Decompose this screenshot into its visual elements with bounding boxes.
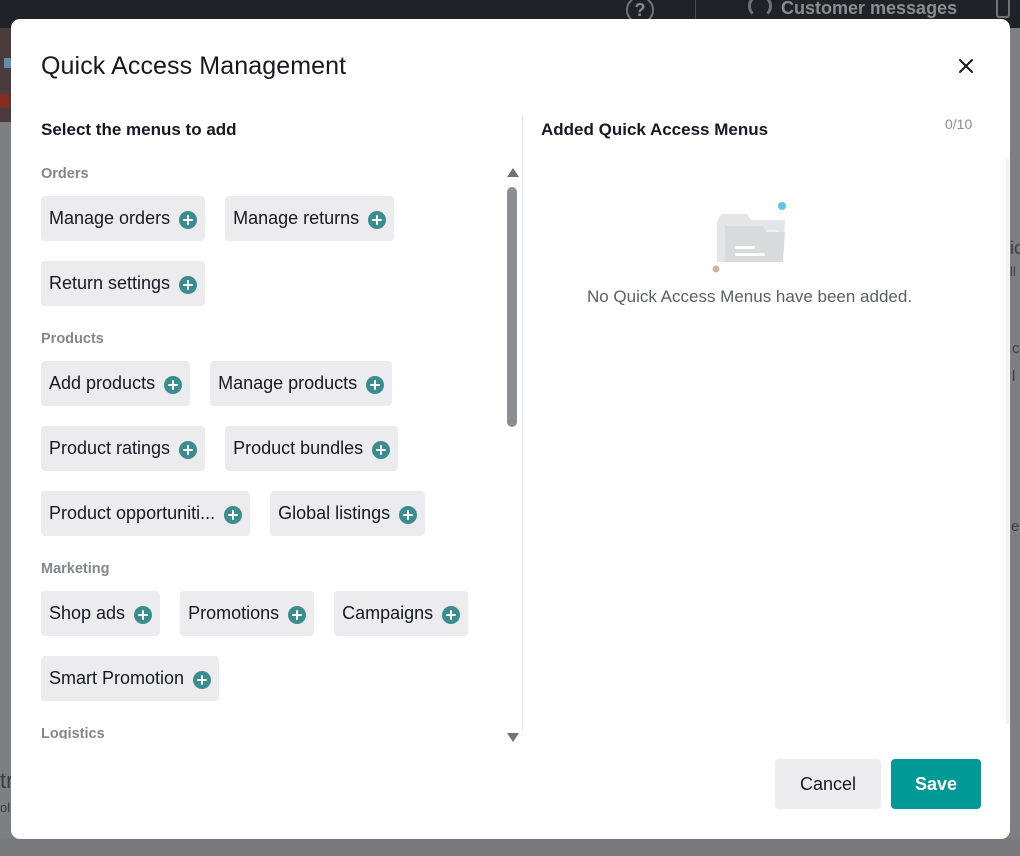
close-button[interactable] bbox=[955, 55, 977, 77]
chip-global-listings[interactable]: Global listings bbox=[270, 491, 426, 536]
background-text-fragment: ol bbox=[0, 800, 11, 815]
chip-label: Manage products bbox=[218, 373, 358, 393]
chip-label: Global listings bbox=[278, 503, 391, 523]
chip-return-settings[interactable]: Return settings bbox=[41, 261, 206, 306]
chip-label: Promotions bbox=[188, 603, 280, 623]
chip-promotions[interactable]: Promotions bbox=[180, 591, 315, 636]
scrollbar-thumb[interactable] bbox=[507, 187, 517, 427]
empty-folder-icon bbox=[712, 202, 786, 273]
right-panel-scrollbar[interactable] bbox=[1006, 159, 1009, 724]
chip-manage-products[interactable]: Manage products bbox=[210, 361, 393, 406]
add-circle-icon bbox=[134, 606, 153, 624]
chip-product-ratings[interactable]: Product ratings bbox=[41, 426, 206, 471]
headset-icon bbox=[748, 0, 772, 18]
background-text-fragment: l bbox=[1012, 368, 1016, 385]
close-icon bbox=[959, 59, 973, 73]
left-panel-scrollbar[interactable] bbox=[505, 167, 519, 742]
chip-label: Manage returns bbox=[233, 208, 360, 228]
chip-shop-ads[interactable]: Shop ads bbox=[41, 591, 161, 636]
chip-smart-promotion[interactable]: Smart Promotion bbox=[41, 656, 220, 701]
chip-label: Return settings bbox=[49, 273, 171, 293]
customer-messages-link: Customer messages bbox=[781, 0, 958, 18]
cancel-button[interactable]: Cancel bbox=[775, 759, 881, 809]
added-count: 0/10 bbox=[945, 116, 973, 132]
category-heading-products: Products bbox=[41, 331, 104, 347]
add-circle-icon bbox=[179, 211, 198, 229]
background-text-fragment: ll bbox=[1010, 264, 1016, 279]
background-logo-mark bbox=[4, 58, 11, 68]
scroll-down-arrow-icon[interactable] bbox=[507, 733, 519, 742]
chip-campaigns[interactable]: Campaigns bbox=[334, 591, 469, 636]
add-circle-icon bbox=[372, 441, 391, 459]
empty-state-text: No Quick Access Menus have been added. bbox=[586, 287, 913, 306]
add-circle-icon bbox=[179, 276, 198, 294]
chip-label: Smart Promotion bbox=[49, 668, 185, 688]
category-chips-marketing: Shop ads Promotions Campaigns Smart Prom… bbox=[41, 591, 501, 701]
category-heading-logistics: Logistics bbox=[41, 726, 105, 739]
topbar-divider bbox=[695, 0, 696, 20]
chip-product-bundles[interactable]: Product bundles bbox=[225, 426, 399, 471]
background-sidebar bbox=[0, 28, 11, 122]
add-circle-icon bbox=[164, 376, 183, 394]
left-panel-heading: Select the menus to add bbox=[41, 120, 237, 139]
category-heading-orders: Orders bbox=[41, 166, 89, 182]
chip-label: Campaigns bbox=[342, 603, 434, 623]
category-chips-products: Add products Manage products Product rat… bbox=[41, 361, 501, 536]
background-footer bbox=[0, 838, 1020, 856]
menu-selection-list[interactable]: Orders Manage orders Manage returns Retu… bbox=[41, 159, 501, 739]
background-text-fragment: ic bbox=[1010, 238, 1020, 258]
chip-label: Product opportuniti... bbox=[49, 503, 216, 523]
chip-product-opportunities[interactable]: Product opportuniti... bbox=[41, 491, 251, 536]
chip-label: Product bundles bbox=[233, 438, 364, 458]
quick-access-modal: Quick Access Management Select the menus… bbox=[11, 19, 1010, 839]
add-circle-icon bbox=[442, 606, 461, 624]
background-text-fragment: c bbox=[1012, 340, 1020, 357]
add-circle-icon bbox=[399, 506, 418, 524]
chip-add-products[interactable]: Add products bbox=[41, 361, 191, 406]
right-panel-heading: Added Quick Access Menus bbox=[541, 120, 769, 139]
background-badge-mark bbox=[0, 94, 9, 108]
panel-divider bbox=[522, 114, 523, 730]
modal-title: Quick Access Management bbox=[41, 52, 347, 80]
add-circle-icon bbox=[224, 506, 243, 524]
chip-label: Shop ads bbox=[49, 603, 126, 623]
chip-label: Product ratings bbox=[49, 438, 171, 458]
category-chips-orders: Manage orders Manage returns Return sett… bbox=[41, 196, 501, 306]
add-circle-icon bbox=[368, 211, 387, 229]
add-circle-icon bbox=[366, 376, 385, 394]
add-circle-icon bbox=[288, 606, 307, 624]
chip-manage-returns[interactable]: Manage returns bbox=[225, 196, 395, 241]
chip-label: Add products bbox=[49, 373, 156, 393]
category-heading-marketing: Marketing bbox=[41, 561, 110, 577]
save-button[interactable]: Save bbox=[891, 759, 981, 809]
chip-label: Manage orders bbox=[49, 208, 171, 228]
add-circle-icon bbox=[193, 671, 212, 689]
background-text-fragment: e bbox=[1011, 518, 1020, 535]
chip-manage-orders[interactable]: Manage orders bbox=[41, 196, 206, 241]
phone-icon bbox=[996, 0, 1010, 18]
add-circle-icon bbox=[179, 441, 198, 459]
scroll-up-arrow-icon[interactable] bbox=[507, 168, 519, 177]
